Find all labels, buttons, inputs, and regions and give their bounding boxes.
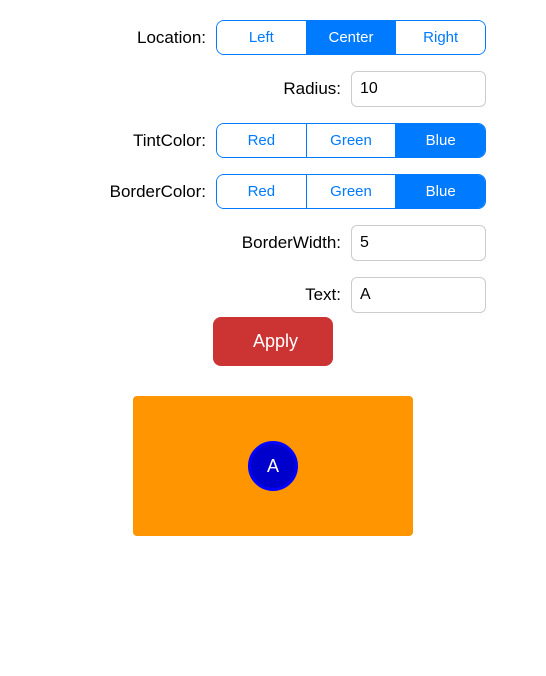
apply-button[interactable]: Apply: [213, 317, 333, 366]
border-color-label: BorderColor:: [86, 182, 206, 202]
text-input[interactable]: [351, 277, 486, 313]
preview-area: A: [133, 396, 413, 536]
radius-input[interactable]: [351, 71, 486, 107]
border-width-input[interactable]: [351, 225, 486, 261]
location-center-btn[interactable]: Center: [307, 21, 397, 54]
text-row: Text:: [221, 277, 486, 313]
border-color-segmented-control: Red Green Blue: [216, 174, 486, 209]
location-label: Location:: [86, 28, 206, 48]
border-red-btn[interactable]: Red: [217, 175, 307, 208]
location-row: Location: Left Center Right: [86, 20, 486, 55]
radius-row: Radius:: [221, 71, 486, 107]
border-width-row: BorderWidth:: [221, 225, 486, 261]
tint-green-btn[interactable]: Green: [307, 124, 397, 157]
border-color-row: BorderColor: Red Green Blue: [86, 174, 486, 209]
preview-badge: A: [248, 441, 298, 491]
form-container: Location: Left Center Right Radius: Tint…: [0, 10, 546, 313]
border-blue-btn[interactable]: Blue: [396, 175, 485, 208]
text-label: Text:: [221, 285, 341, 305]
tint-color-segmented-control: Red Green Blue: [216, 123, 486, 158]
radius-label: Radius:: [221, 79, 341, 99]
apply-row: Apply: [0, 317, 546, 366]
tint-color-label: TintColor:: [86, 131, 206, 151]
tint-red-btn[interactable]: Red: [217, 124, 307, 157]
location-left-btn[interactable]: Left: [217, 21, 307, 54]
location-segmented-control: Left Center Right: [216, 20, 486, 55]
border-width-label: BorderWidth:: [221, 233, 341, 253]
preview-badge-text: A: [267, 456, 279, 477]
tint-blue-btn[interactable]: Blue: [396, 124, 485, 157]
border-green-btn[interactable]: Green: [307, 175, 397, 208]
tint-color-row: TintColor: Red Green Blue: [86, 123, 486, 158]
location-right-btn[interactable]: Right: [396, 21, 485, 54]
